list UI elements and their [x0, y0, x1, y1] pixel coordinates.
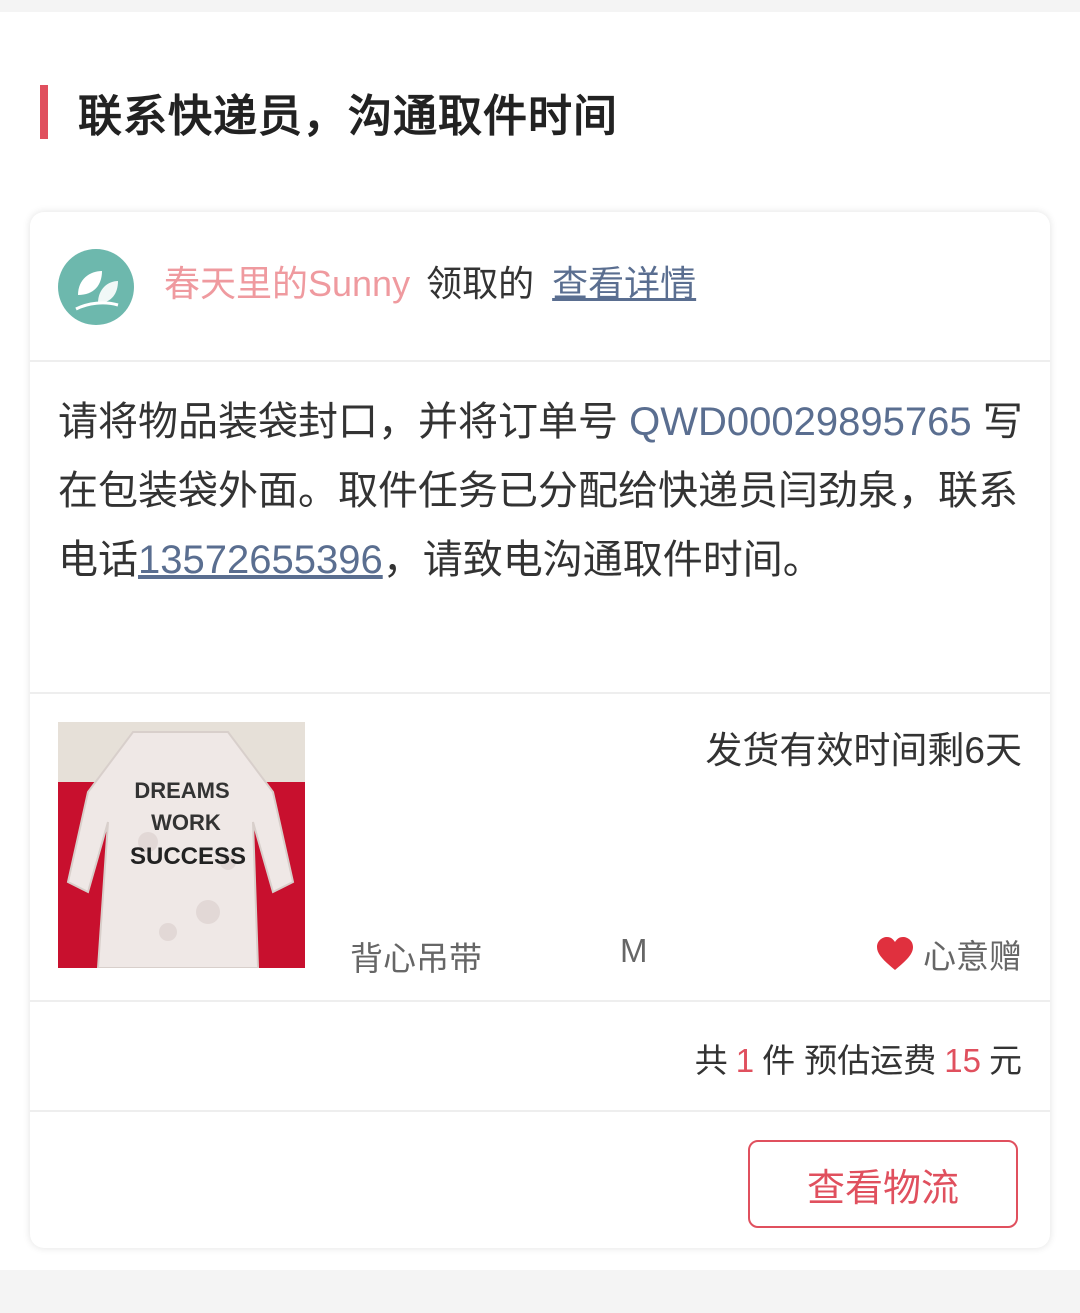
heart-icon: [877, 937, 913, 970]
message-text: 请将物品装袋封口，并将订单号 QWD00029895765 写在包装袋外面。取件…: [58, 388, 1030, 595]
summary-unit-shipping: 件 预估运费: [762, 1042, 937, 1079]
shirt-text-line-1: DREAMS: [134, 778, 229, 803]
view-logistics-button[interactable]: 查看物流: [748, 1140, 1018, 1228]
claim-info: 春天里的Sunny 领取的 查看详情: [164, 258, 696, 310]
section-header: 联系快递员，沟通取件时间: [40, 84, 618, 141]
shirt-text-line-2: WORK: [151, 810, 221, 835]
section-accent-bar: [40, 85, 48, 139]
card-header: 春天里的Sunny 领取的 查看详情: [30, 212, 1050, 362]
message-part3: ，请致电沟通取件时间。: [382, 538, 823, 582]
ship-deadline: 发货有效时间剩6天: [705, 730, 1022, 771]
summary-text: 共1件 预估运费 15 元: [695, 1034, 1022, 1082]
user-name[interactable]: 春天里的Sunny: [164, 263, 410, 304]
item-row: DREAMS WORK SUCCESS 发货有效时间剩6天 背心吊带 M 心意赠: [30, 694, 1050, 1002]
section-title: 联系快递员，沟通取件时间: [78, 92, 618, 141]
avatar[interactable]: [58, 249, 134, 325]
content-panel: 联系快递员，沟通取件时间 春天里的Sunny 领取的 查看详情 请将物品装袋封口…: [0, 12, 1080, 1270]
summary-prefix: 共: [694, 1042, 728, 1079]
shipping-fee: 15: [944, 1042, 981, 1079]
order-summary: 共1件 预估运费 15 元: [30, 1002, 1050, 1112]
item-thumbnail[interactable]: DREAMS WORK SUCCESS: [58, 722, 305, 968]
currency-unit: 元: [989, 1042, 1022, 1079]
item-size: M: [620, 932, 648, 969]
item-count: 1: [735, 1042, 755, 1079]
item-name: 背心吊带: [350, 940, 482, 977]
order-card: 春天里的Sunny 领取的 查看详情 请将物品装袋封口，并将订单号 QWD000…: [30, 212, 1050, 1248]
message-part1: 请将物品装袋封口，并将订单号: [58, 400, 630, 444]
view-details-link[interactable]: 查看详情: [552, 263, 696, 304]
order-number: QWD00029895765: [629, 400, 972, 444]
courier-phone-link[interactable]: 13572655396: [138, 538, 383, 582]
shirt-text-line-3: SUCCESS: [130, 843, 246, 870]
gift-tag: 心意赠: [875, 930, 1022, 978]
claimed-label: 领取的: [426, 263, 535, 304]
pickup-message: 请将物品装袋封口，并将订单号 QWD00029895765 写在包装袋外面。取件…: [30, 362, 1050, 694]
gift-label: 心意赠: [923, 938, 1022, 975]
